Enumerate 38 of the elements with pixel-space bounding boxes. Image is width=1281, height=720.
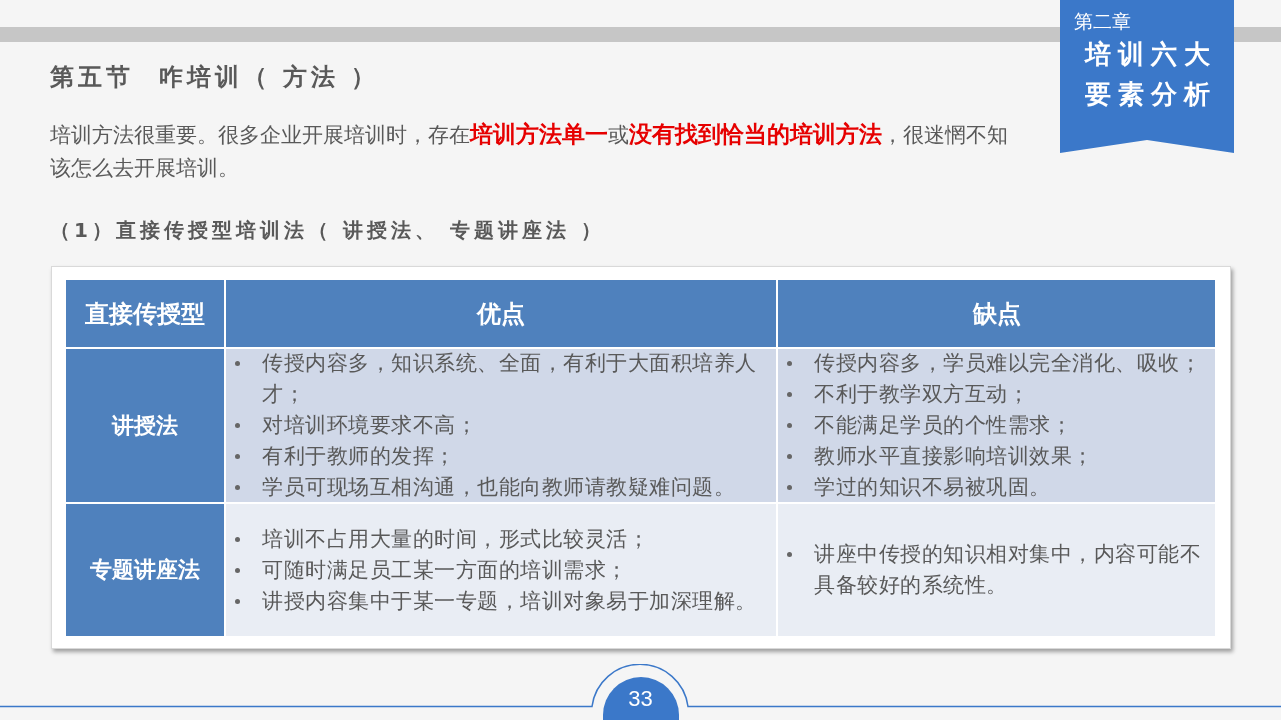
intro-paragraph: 培训方法很重要。很多企业开展培训时，存在培训方法单一或没有找到恰当的培训方法，很迷惘不知该怎么去开展培训。 <box>50 120 1009 182</box>
list-item-text: 讲授内容集中于某一专题，培训对象易于加深理解。 <box>262 587 757 615</box>
list-item-text: 传授内容多，学员难以完全消化、吸收； <box>814 350 1201 377</box>
bullet-icon <box>235 598 240 604</box>
list-item-text: 对培训环境要求不高； <box>262 412 477 439</box>
bullet-icon <box>235 485 240 490</box>
page-number: 33 <box>602 677 679 720</box>
bullet-icon <box>235 536 240 542</box>
list-item-text: 有利于教师的发挥； <box>262 443 456 470</box>
bullet-icon <box>787 552 792 557</box>
list-item-text: 教师水平直接影响培训效果； <box>814 443 1094 470</box>
column-header: 直接传授型 <box>66 280 224 347</box>
bullet-icon <box>787 454 792 459</box>
section-heading: （1）直接传授型培训法（ 讲授法、 专题讲座法 ） <box>50 217 605 244</box>
list-item-text: 讲座中传授的知识相对集中，内容可能不具备较好的系统性。 <box>814 541 1202 599</box>
list-item-text: 不能满足学员的个性需求； <box>814 412 1072 439</box>
column-header: 缺点 <box>778 280 1215 347</box>
bullet-icon <box>235 423 240 428</box>
list-item-text: 可随时满足员工某一方面的培训需求； <box>262 556 628 584</box>
list-item-text: 学员可现场互相沟通，也能向教师请教疑难问题。 <box>262 474 735 501</box>
chapter-label: 第二章 <box>1074 9 1131 34</box>
chapter-title: 要素分析 <box>1084 78 1217 111</box>
bullet-icon <box>235 361 240 366</box>
bullet-icon <box>787 392 792 397</box>
bullet-icon <box>787 361 792 366</box>
bullet-icon <box>235 567 240 573</box>
bullet-icon <box>787 423 792 428</box>
bullet-icon <box>235 454 240 459</box>
row-header: 专题讲座法 <box>66 504 224 636</box>
list-item-text: 培训不占用大量的时间，形式比较灵活； <box>262 525 649 553</box>
column-header: 优点 <box>226 280 776 347</box>
row-header: 讲授法 <box>66 349 224 502</box>
list-item-text: 不利于教学双方互动； <box>814 381 1029 408</box>
bullet-icon <box>787 485 792 490</box>
page-title: 第五节 咋培训（ 方法 ） <box>50 62 380 92</box>
list-item-text: 学过的知识不易被巩固。 <box>814 474 1051 501</box>
chapter-title: 培训六大 <box>1084 38 1217 71</box>
list-item-text: 传授内容多，知识系统、全面，有利于大面积培养人才； <box>262 350 758 408</box>
